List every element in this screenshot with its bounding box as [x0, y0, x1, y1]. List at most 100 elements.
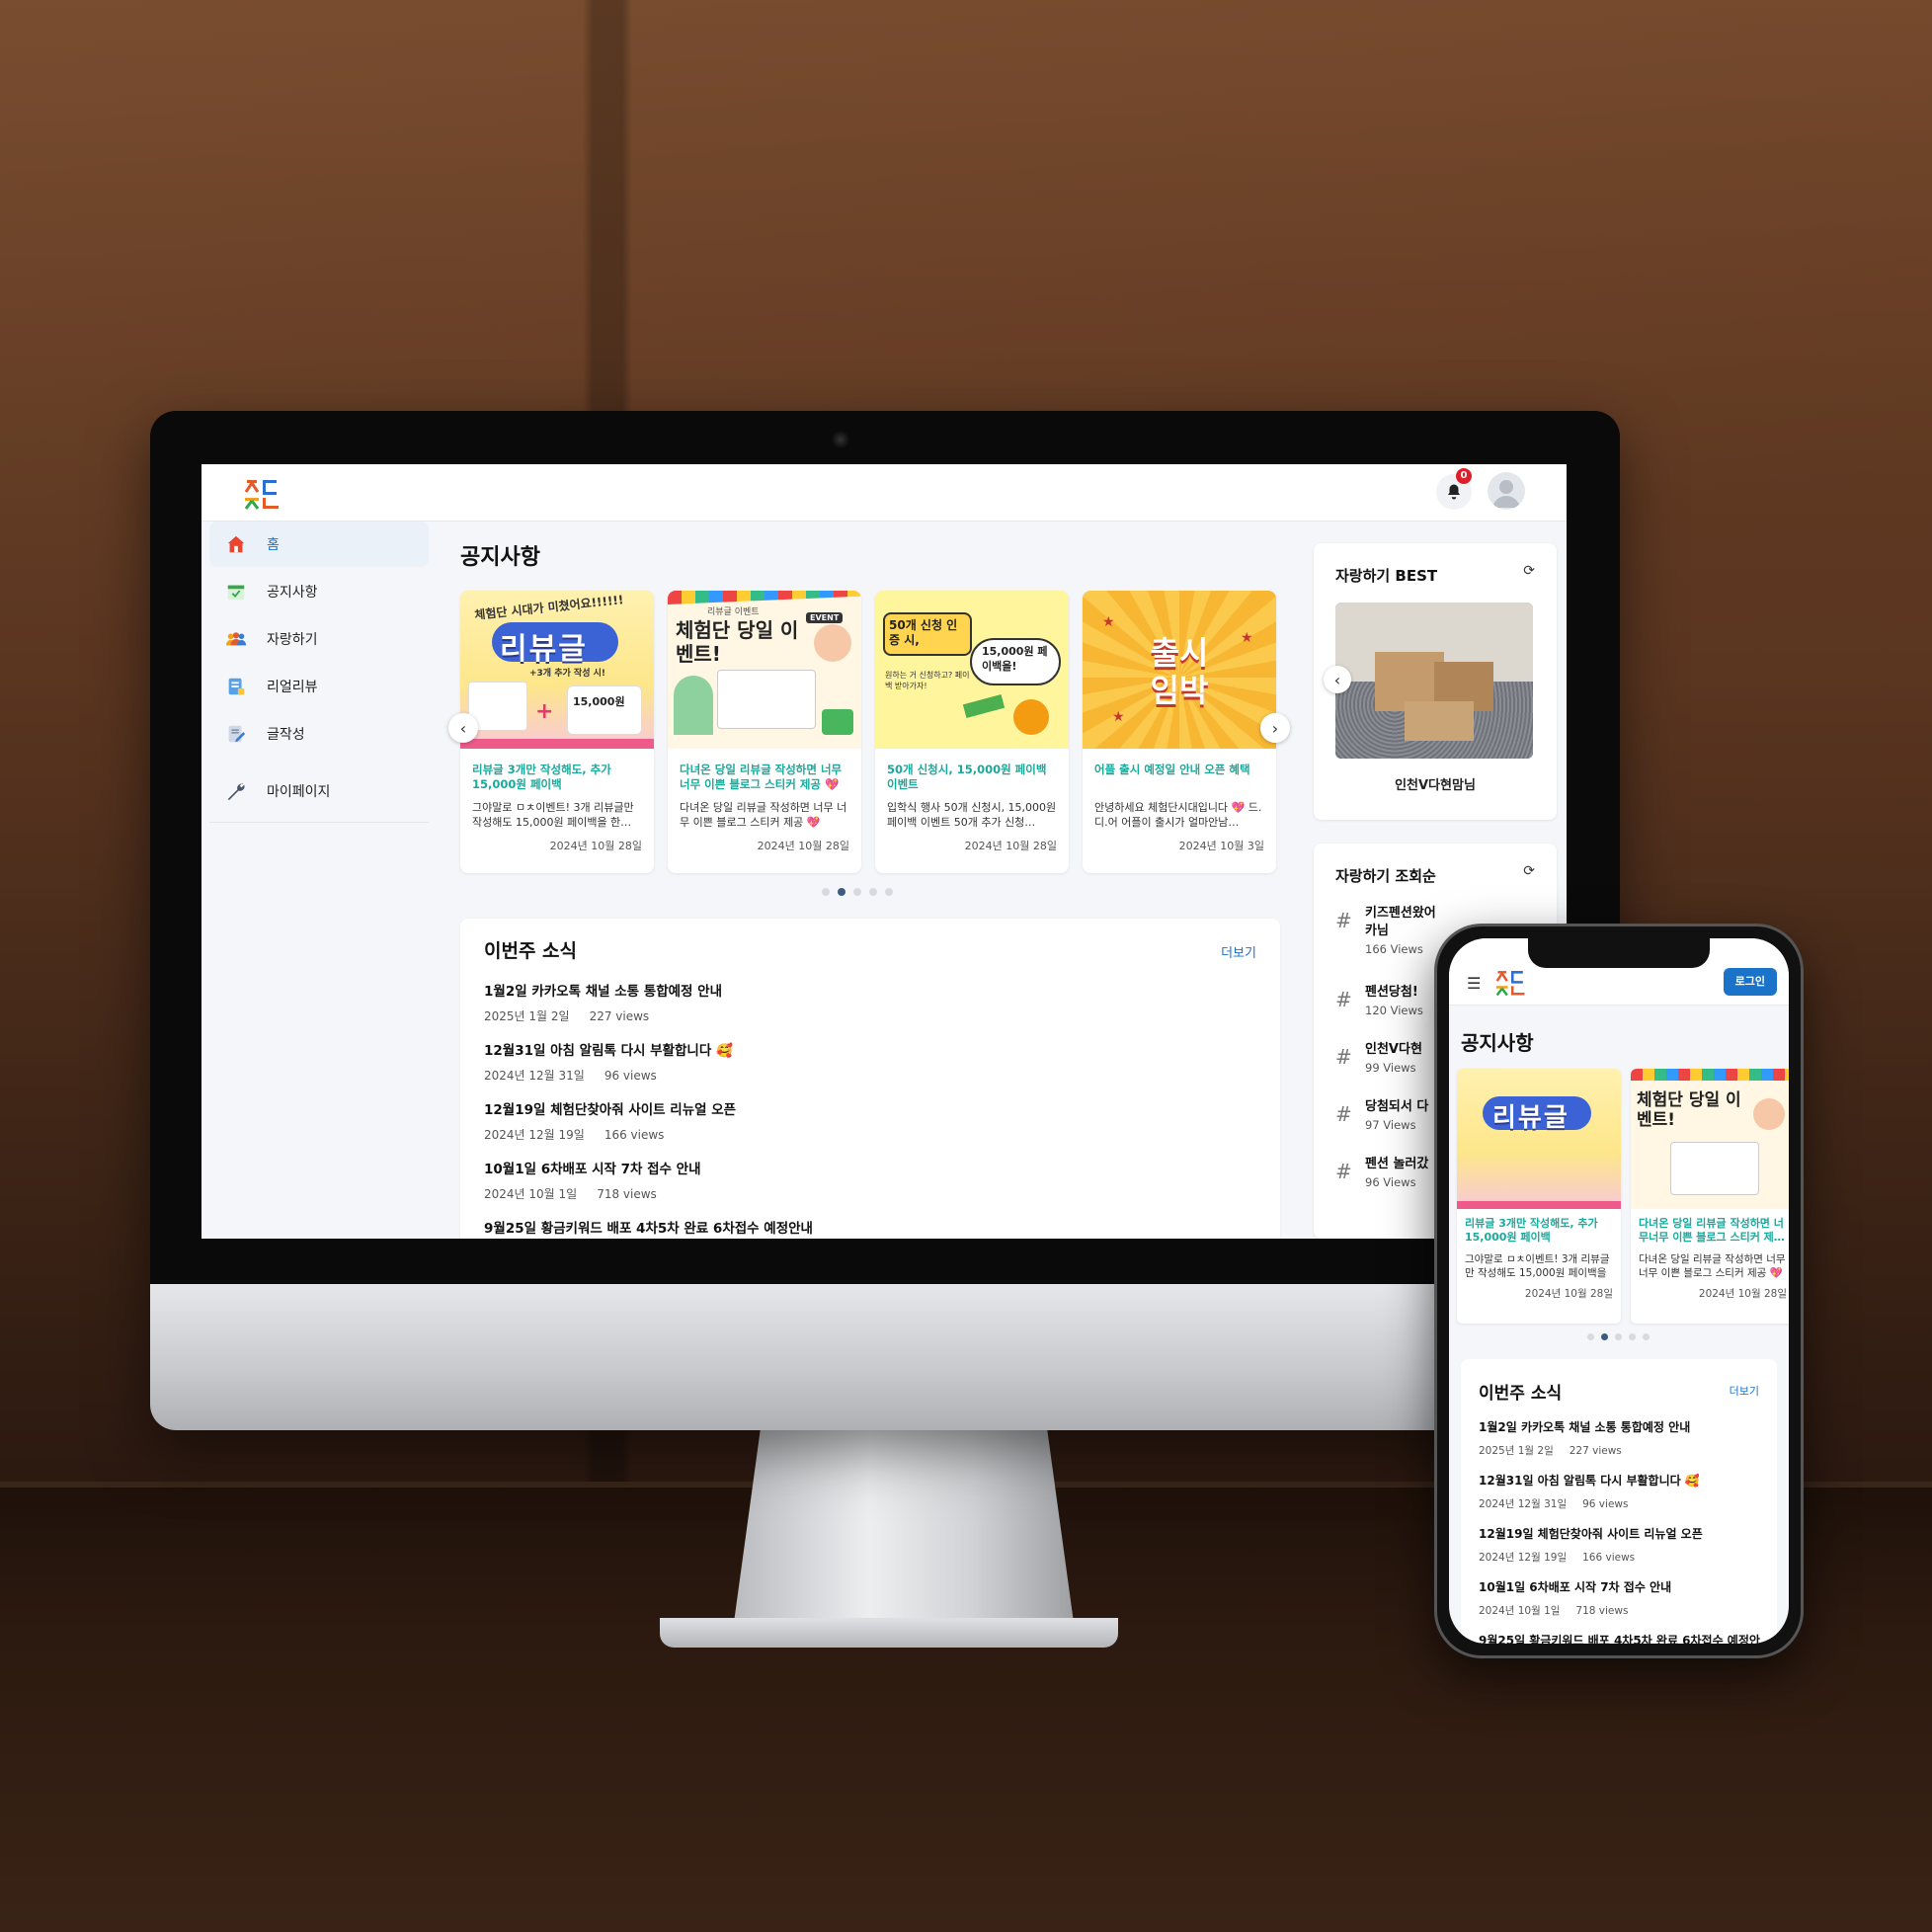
news-item-meta: 2025년 1월 2일 227 views: [1479, 1443, 1765, 1458]
carousel-dot[interactable]: [885, 888, 893, 896]
sidebar-item-label: 글작성: [267, 727, 305, 743]
news-item-views: 227 views: [589, 1009, 650, 1023]
news-item-title: 1월2일 카카오톡 채널 소통 통합예정 안내: [1479, 1420, 1691, 1434]
edit-document-icon: [225, 723, 247, 745]
news-item[interactable]: 10월1일 6차배포 시작 7차 접수 안내 2024년 10월 1일 718 v…: [484, 1158, 1254, 1202]
banner-main-text: 15,000원 페이백을!: [982, 645, 1048, 673]
news-item-title: 9월25일 황금키워드 배포 4차5차 완료 6차접수 예정안내: [1479, 1634, 1760, 1644]
best-prev-button[interactable]: ‹: [1324, 666, 1351, 693]
banner-top-text: 50개 신청 인증 시,: [889, 618, 958, 647]
carousel-dot[interactable]: [1615, 1333, 1622, 1340]
imac-chin: [150, 1284, 1620, 1430]
rank-title: 인천V다현: [1365, 1042, 1422, 1057]
sidebar-item-review[interactable]: 리얼리뷰: [209, 664, 429, 709]
phone-notice-card[interactable]: 리뷰글 리뷰글 3개만 작성해도, 추가 15,000원 페이백 그야말로 ㅁㅊ…: [1457, 1069, 1621, 1324]
news-item[interactable]: 9월25일 황금키워드 배포 4차5차 완료 6차접수 예정안내: [1479, 1632, 1765, 1644]
news-item-meta: 2024년 12월 31일 96 views: [484, 1067, 1254, 1084]
best-photo[interactable]: [1335, 603, 1533, 759]
banner-sub-text: 원하는 거 신청하고? 페이백 받아가자!: [885, 671, 970, 690]
logo-icon: [1495, 971, 1525, 997]
phone-logo[interactable]: [1494, 966, 1528, 1002]
news-item[interactable]: 12월19일 체험단찾아줘 사이트 리뉴얼 오픈 2024년 12월 19일 16…: [1479, 1525, 1765, 1565]
news-item-title: 9월25일 황금키워드 배포 4차5차 완료 6차접수 예정안내: [484, 1221, 813, 1237]
rank-title: 펜션당첨!: [1365, 985, 1418, 1000]
chevron-right-icon: ›: [1271, 718, 1279, 738]
notice-card[interactable]: 체험단 시대가 미쳤어요!!!!!! 리뷰글 +3개 추가 작성 시! + 15…: [460, 591, 654, 873]
news-item[interactable]: 1월2일 카카오톡 채널 소통 통합예정 안내 2025년 1월 2일 227 v…: [484, 980, 1254, 1024]
news-more-link[interactable]: 더보기: [1221, 942, 1256, 961]
news-item[interactable]: 12월31일 아침 알림톡 다시 부활합니다 🥰 2024년 12월 31일 96…: [484, 1039, 1254, 1084]
card-desc: 그야말로 ㅁㅊ이벤트! 3개 리뷰글만 작성해도 15,000원 페이백을 …: [1465, 1253, 1610, 1279]
banner-main-text: 리뷰글: [500, 632, 588, 667]
banner-main-text: 체험단 당일 이벤트!: [676, 618, 799, 666]
card-title: 어플 출시 예정일 안내 오픈 혜택: [1094, 763, 1250, 776]
bell-icon: [1448, 484, 1460, 500]
sidebar-item-label: 공지사항: [267, 585, 318, 601]
hash-icon: #: [1335, 1045, 1352, 1069]
carousel-next-button[interactable]: ›: [1260, 713, 1290, 743]
phone-notch: [1528, 938, 1710, 968]
best-title: 자랑하기 BEST: [1335, 567, 1438, 585]
logo[interactable]: [243, 474, 282, 512]
best-caption: 인천V다현맘님: [1395, 778, 1476, 793]
refresh-icon[interactable]: ⟳: [1523, 863, 1535, 879]
banner-sub-text: EVENT: [806, 612, 844, 623]
sidebar-item-home[interactable]: 홈: [209, 522, 429, 567]
news-item[interactable]: 12월31일 아침 알림톡 다시 부활합니다 🥰 2024년 12월 31일 96…: [1479, 1472, 1765, 1511]
avatar[interactable]: [1488, 472, 1525, 510]
carousel-dot[interactable]: [853, 888, 861, 896]
banner-image: 50개 신청 인증 시, 15,000원 페이백을! 원하는 거 신청하고? 페…: [875, 591, 1069, 749]
card-desc: 안녕하세요 체험단시대입니다 💖 드.디.어 어플이 출시가 얼마안남…: [1094, 801, 1262, 829]
news-item[interactable]: 10월1일 6차배포 시작 7차 접수 안내 2024년 10월 1일 718 v…: [1479, 1578, 1765, 1618]
news-item-date: 2024년 12월 19일: [484, 1128, 585, 1142]
carousel-dot[interactable]: [1629, 1333, 1636, 1340]
news-item-views: 96 views: [604, 1069, 657, 1083]
news-item-title: 12월19일 체험단찾아줘 사이트 리뉴얼 오픈: [1479, 1527, 1703, 1541]
sidebar-item-notice[interactable]: 공지사항: [209, 569, 429, 614]
hamburger-menu-icon[interactable]: ☰: [1467, 974, 1481, 993]
carousel-dot-active[interactable]: [1601, 1333, 1608, 1340]
carousel-dot[interactable]: [869, 888, 877, 896]
news-more-link[interactable]: 더보기: [1730, 1383, 1759, 1399]
page-title: 공지사항: [460, 545, 540, 570]
carousel-dot[interactable]: [1643, 1333, 1650, 1340]
news-item-date: 2025년 1월 2일: [484, 1009, 570, 1023]
news-item[interactable]: 1월2일 카카오톡 채널 소통 통합예정 안내 2025년 1월 2일 227 v…: [1479, 1418, 1765, 1458]
phone-notice-card[interactable]: 체험단 당일 이벤트! 다녀온 당일 리뷰글 작성하면 너무너무 이쁜 블로그 …: [1631, 1069, 1789, 1324]
sidebar-item-brag[interactable]: 자랑하기: [209, 616, 429, 662]
news-item-views: 166 views: [1582, 1552, 1636, 1564]
carousel-dot[interactable]: [822, 888, 830, 896]
home-icon: [225, 533, 247, 555]
phone-device: ☰ 로그인 공지사항 리뷰글 리뷰글 3개만 작성해도, 추가 15,000원 …: [1434, 924, 1804, 1658]
news-item[interactable]: 12월19일 체험단찾아줘 사이트 리뉴얼 오픈 2024년 12월 19일 16…: [484, 1098, 1254, 1143]
sidebar-item-mypage[interactable]: 마이페이지: [209, 768, 429, 814]
sidebar-item-write[interactable]: 글작성: [209, 711, 429, 757]
hash-icon: #: [1335, 909, 1352, 932]
views-title: 자랑하기 조회순: [1335, 867, 1436, 885]
notice-card[interactable]: 출시 임박 ★ ★ ★ 어플 출시 예정일 안내 오픈 혜택 안녕하세요 체험단…: [1083, 591, 1276, 873]
carousel-dot-active[interactable]: [838, 888, 845, 896]
news-item[interactable]: 9월25일 황금키워드 배포 4차5차 완료 6차접수 예정안내: [484, 1217, 1254, 1237]
chevron-left-icon: ‹: [1333, 670, 1341, 689]
carousel-prev-button[interactable]: ‹: [448, 713, 478, 743]
carousel-dots: [822, 888, 893, 896]
news-title: 이번주 소식: [484, 940, 578, 962]
news-item-meta: 2024년 12월 31일 96 views: [1479, 1496, 1765, 1511]
card-desc: 다녀온 당일 리뷰글 작성하면 너무 너무 이쁜 블로그 스티커 제공 💖: [1639, 1253, 1786, 1279]
card-title: 다녀온 당일 리뷰글 작성하면 너무너무 이쁜 블로그 스티커 제공 💖: [680, 763, 843, 791]
news-item-views: 227 views: [1569, 1445, 1622, 1457]
imac-monitor: 0 홈 공지사항 자랑하기 리얼리뷰 글작성 마이페이지 공지사항 체험단 시대…: [150, 411, 1620, 1430]
notice-card[interactable]: 50개 신청 인증 시, 15,000원 페이백을! 원하는 거 신청하고? 페…: [875, 591, 1069, 873]
notice-card[interactable]: 리뷰글 이벤트 체험단 당일 이벤트! EVENT 다녀온 당일 리뷰글 작성하…: [668, 591, 861, 873]
card-desc: 그야말로 ㅁㅊ이벤트! 3개 리뷰글만 작성해도 15,000원 페이백을 한…: [472, 801, 634, 829]
login-button[interactable]: 로그인: [1723, 968, 1777, 996]
news-item-meta: 2025년 1월 2일 227 views: [484, 1007, 1254, 1024]
news-item-date: 2024년 10월 1일: [1479, 1605, 1561, 1617]
news-item-meta: 2024년 12월 19일 166 views: [484, 1126, 1254, 1143]
refresh-icon[interactable]: ⟳: [1523, 563, 1535, 579]
news-item-title: 10월1일 6차배포 시작 7차 접수 안내: [1479, 1580, 1672, 1594]
banner-main-text: 출시 임박: [1150, 634, 1209, 709]
imac-stand: [733, 1430, 1075, 1630]
carousel-dot[interactable]: [1587, 1333, 1594, 1340]
banner-image: 체험단 시대가 미쳤어요!!!!!! 리뷰글 +3개 추가 작성 시! + 15…: [460, 591, 654, 749]
